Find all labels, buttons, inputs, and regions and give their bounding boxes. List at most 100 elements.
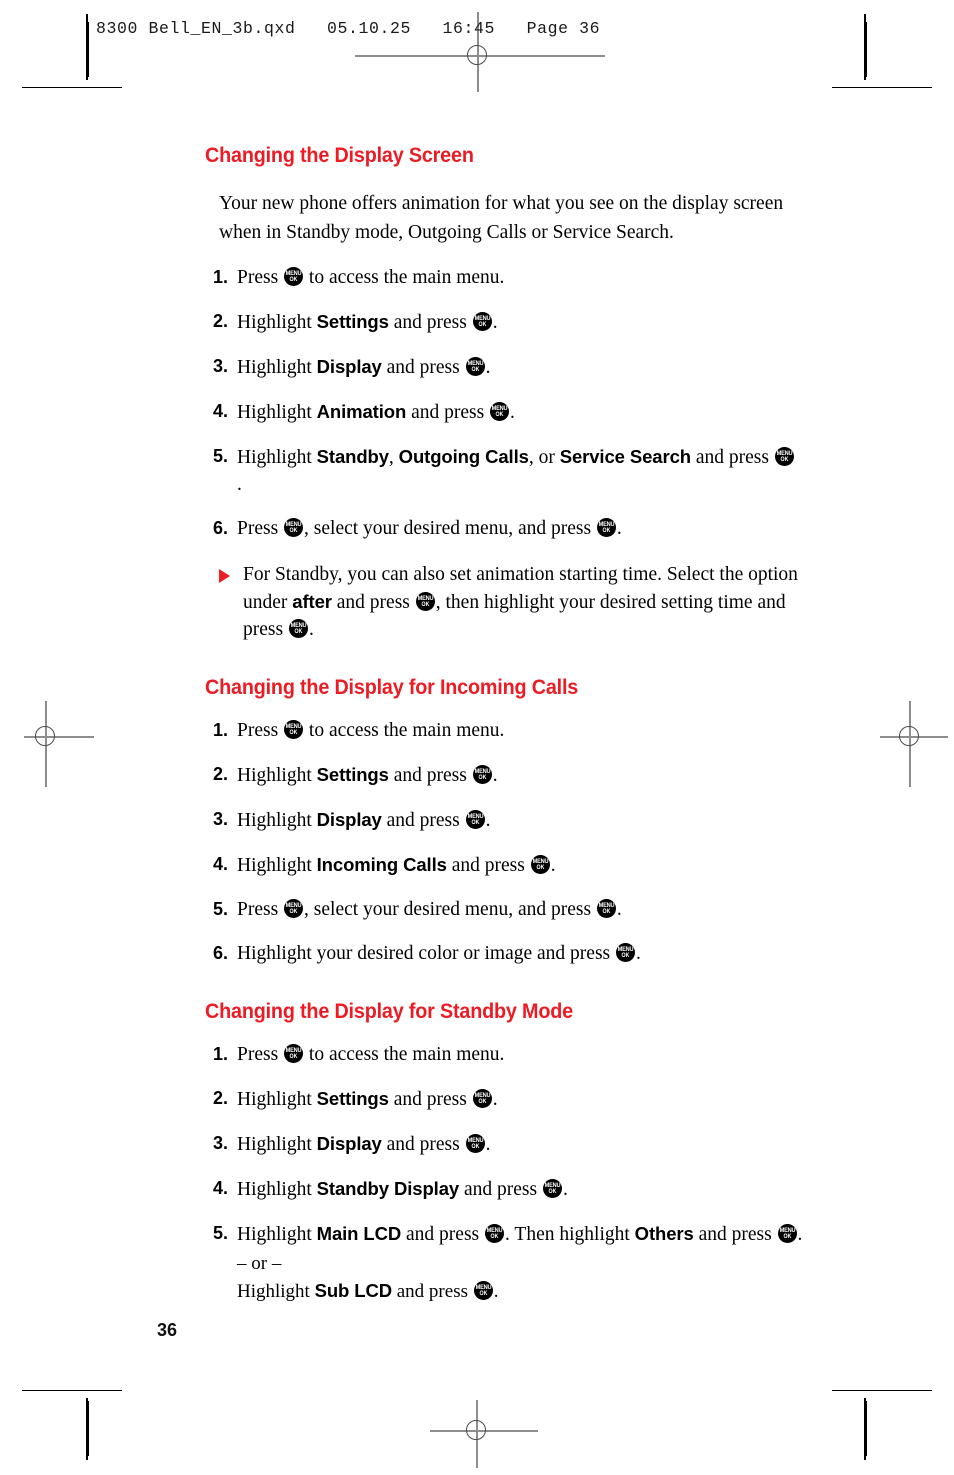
menu-ok-line2: OK [783,1233,791,1241]
page-content: Changing the Display Screen Your new pho… [205,143,825,1305]
step-number: 6. [213,943,229,963]
note-keyword: after [292,591,332,612]
menu-ok-line2: OK [490,1233,499,1241]
menu-ok-key-icon: MENU OK [542,1179,562,1198]
crop-mark-bottom-left-h [22,1390,122,1391]
menu-ok-key-icon: MENU OK [288,619,308,638]
menu-ok-key-icon: MENU OK [774,447,794,466]
menu-ok-key-icon: MENU OK [284,899,304,918]
menu-ok-key-icon: MENU OK [777,1224,797,1243]
step-item: 3. Highlight Display and press MENU OK. [205,353,825,381]
crop-mark-bottom-left-v [88,1401,89,1456]
step-number: 6. [213,518,229,538]
step-text-before: Highlight [237,1224,317,1245]
step-text-before: Highlight [237,855,317,876]
alt-text-mid: and press [392,1281,473,1302]
step-text-after: . [616,518,622,539]
step-keyword: Settings [316,311,389,332]
menu-ok-line2: OK [471,1143,480,1151]
registration-target-top [456,34,500,78]
menu-ok-key-icon: MENU OK [485,1224,505,1243]
step-keyword: Animation [316,401,407,422]
crop-mark-top-right-v [866,22,867,77]
page-edge-rule-right [864,14,866,80]
step-text-after: to access the main menu. [304,267,505,288]
menu-ok-line2: OK [471,819,480,827]
step-text-after: . [562,1179,568,1200]
step-text-after: . [485,1134,491,1155]
alt-text-before: Highlight [237,1281,315,1302]
step-number: 3. [213,809,229,829]
step-text-after: to access the main menu. [304,720,505,741]
menu-ok-key-icon: MENU OK [472,1089,492,1108]
step-item: 3. Highlight Display and press MENU OK. [205,806,825,834]
menu-ok-line2: OK [478,774,487,782]
step-item: 1. Press MENU OK to access the main menu. [205,264,825,291]
menu-ok-key-icon: MENU OK [473,1281,493,1300]
alt-text-after: . [493,1281,499,1302]
step-text-after: . [636,943,641,964]
page-number: 36 [157,1320,178,1340]
step-number: 4. [213,1178,229,1198]
step-item: 5. Highlight Main LCD and press MENU OK. … [205,1220,812,1305]
menu-ok-line2: OK [289,527,298,535]
menu-ok-key-icon: MENU OK [415,592,435,611]
menu-ok-line2: OK [478,321,487,329]
step-keyword: Service Search [559,446,691,467]
menu-ok-line2: OK [289,1053,298,1061]
step-text-mid: , select your desired menu, and press [304,518,596,539]
step-keyword: Display [316,1133,382,1154]
alternative-separator: – or – [237,1253,282,1274]
step-text-before: Highlight [237,312,317,333]
step-keyword: Main LCD [316,1223,402,1244]
steps-list-standby-mode: 1. Press MENU OK to access the main menu.… [205,1041,825,1305]
step-text-before: Highlight [237,765,317,786]
step-text-after: . [492,1089,498,1110]
menu-ok-line2: OK [479,1290,488,1298]
step-text-after: . [492,765,498,786]
step-text-mid: and press [401,1224,485,1245]
step-text-after: . [797,1224,803,1245]
step-item: 3. Highlight Display and press MENU OK. [205,1130,825,1158]
step-number: 5. [213,446,229,466]
step-text-mid: and press [381,810,465,831]
registration-circle-icon [35,726,55,746]
step-number: 2. [213,311,229,331]
menu-ok-line2: OK [289,908,298,916]
menu-ok-key-icon: MENU OK [616,943,635,962]
step-text-before: Highlight [237,1134,317,1155]
crop-mark-top-left-h [22,87,122,88]
section-title-standby-mode: Changing the Display for Standby Mode [205,999,573,1023]
menu-ok-key-icon: MENU OK [472,765,492,784]
step-keyword: Standby Display [316,1178,460,1199]
step-text-after: . [485,810,491,831]
step-text-before: Highlight [237,1089,317,1110]
crop-mark-top-left-v [88,22,89,77]
step-keyword: Display [316,356,382,377]
menu-ok-line2: OK [602,527,611,535]
step-text-before: Highlight your desired color or image an… [237,943,615,964]
menu-ok-key-icon: MENU OK [530,855,550,874]
note-standby-animation: For Standby, you can also set animation … [211,561,825,643]
page-edge-rule-right-bottom [864,1398,866,1460]
step-text-after: . [510,402,515,423]
step-item: 4. Highlight Incoming Calls and press ME… [205,851,825,879]
menu-ok-line2: OK [478,1098,487,1106]
menu-ok-key-icon: MENU OK [490,402,510,421]
step-text-sep2: , or [528,447,560,468]
alt-keyword: Sub LCD [314,1280,393,1301]
step-number: 2. [213,1088,229,1108]
registration-target-right [888,715,932,759]
section-intro-paragraph: Your new phone offers animation for what… [219,193,784,243]
step-text-mid3: and press [693,1224,777,1245]
step-number: 1. [213,267,229,287]
registration-target-bottom [455,1409,499,1453]
menu-ok-key-icon: MENU OK [465,810,485,829]
crop-mark-bottom-right-h [832,1390,932,1391]
step-keyword: Settings [316,764,389,785]
step-text-sep1: , [388,447,399,468]
menu-ok-key-icon: MENU OK [596,899,616,918]
page-edge-rule-left-bottom [86,1398,88,1460]
step-keyword: Display [316,809,382,830]
registration-target-left [24,715,68,759]
